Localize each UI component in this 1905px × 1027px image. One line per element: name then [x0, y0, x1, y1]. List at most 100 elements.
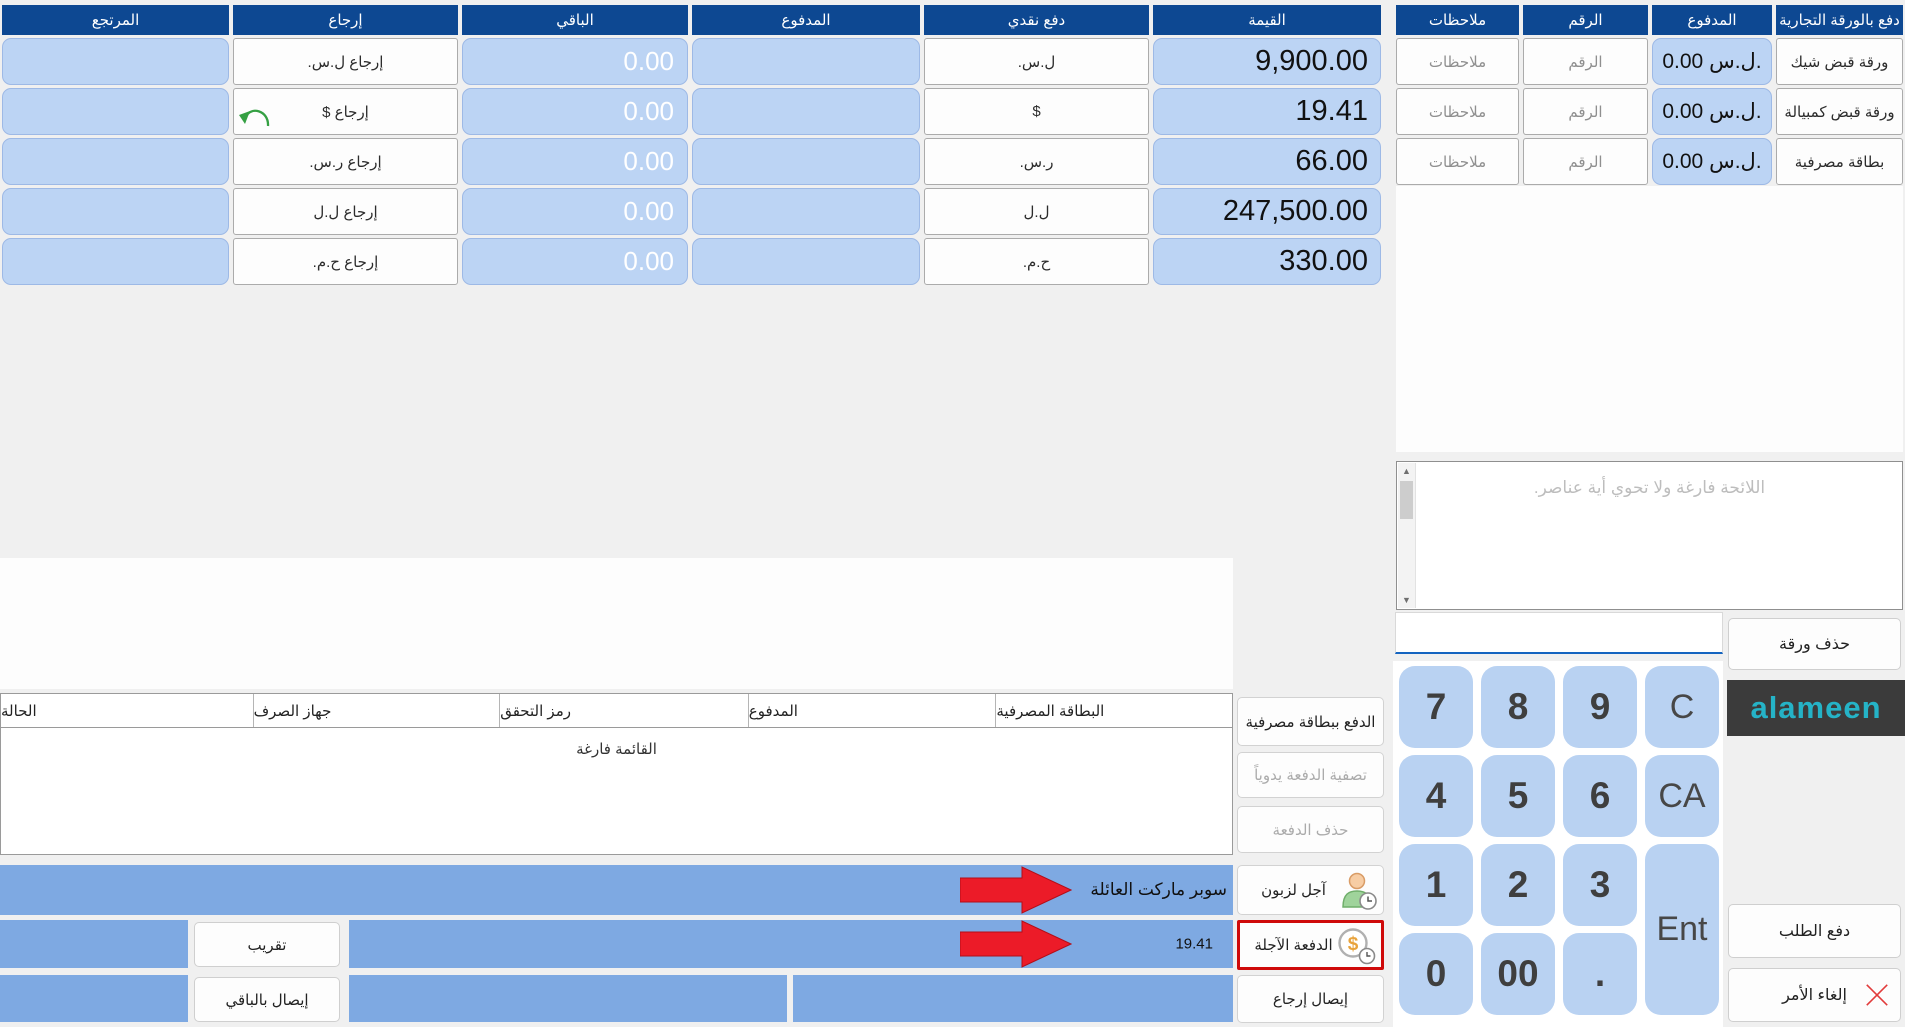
paper-list-scrollbar[interactable]: ▲ ▼ [1398, 463, 1416, 608]
paid-field[interactable] [692, 138, 920, 185]
column-header-card-paid: المدفوع [748, 694, 996, 727]
column-header-terminal: جهاز الصرف [253, 694, 500, 727]
key-7[interactable]: 7 [1399, 666, 1473, 748]
return-currency-button[interactable]: إرجاع ل.ل [233, 188, 458, 235]
cancel-order-button[interactable]: إلغاء الأمر [1728, 968, 1901, 1022]
deferred-amount-row[interactable]: 19.41 [349, 920, 1233, 968]
alameen-logo: alameen [1727, 680, 1905, 736]
key-enter[interactable]: Ent [1645, 844, 1719, 1015]
column-header-notes: ملاحظات [1396, 5, 1519, 35]
paper-notes-field[interactable]: ملاحظات [1396, 38, 1519, 85]
paper-list[interactable]: ▲ ▼ اللائحة فارغة ولا تحوي أية عناصر. [1396, 461, 1903, 610]
paper-number-field[interactable]: الرقم [1523, 88, 1648, 135]
key-4[interactable]: 4 [1399, 755, 1473, 837]
svg-text:$: $ [1348, 934, 1359, 955]
value-field[interactable]: 330.00 [1153, 238, 1381, 285]
paper-details-panel [1396, 186, 1903, 452]
delete-payment-button[interactable]: حذف الدفعة [1237, 806, 1384, 853]
returned-field [2, 88, 229, 135]
value-field[interactable]: 66.00 [1153, 138, 1381, 185]
cash-currency-button[interactable]: $ [924, 88, 1149, 135]
scroll-down-icon[interactable]: ▼ [1398, 592, 1415, 608]
return-receipt-button[interactable]: إيصال إرجاع [1237, 975, 1384, 1023]
paid-field[interactable] [692, 88, 920, 135]
cash-currency-button[interactable]: ل.س. [924, 38, 1149, 85]
paper-paid-field[interactable]: 0.00 ل.س. [1652, 38, 1772, 85]
remaining-field: 0.00 [462, 138, 688, 185]
column-header-paid: المدفوع [692, 5, 920, 35]
paper-number-field[interactable]: الرقم [1523, 138, 1648, 185]
paid-field[interactable] [692, 188, 920, 235]
remaining-field: 0.00 [462, 188, 688, 235]
key-3[interactable]: 3 [1563, 844, 1637, 926]
value-field[interactable]: 247,500.00 [1153, 188, 1381, 235]
value-field[interactable]: 9,900.00 [1153, 38, 1381, 85]
return-currency-button[interactable]: إرجاع ر.س. [233, 138, 458, 185]
cash-currency-button[interactable]: ل.ل [924, 188, 1149, 235]
round-button[interactable]: تقريب [194, 922, 340, 967]
key-clear-all[interactable]: CA [1645, 755, 1719, 837]
key-8[interactable]: 8 [1481, 666, 1555, 748]
return-currency-button[interactable]: إرجاع ل.س. [233, 38, 458, 85]
value-field[interactable]: 19.41 [1153, 88, 1381, 135]
column-header-bank-card: البطاقة المصرفية [995, 694, 1232, 727]
paper-paid-field[interactable]: 0.00 ل.س. [1652, 138, 1772, 185]
commercial-paper-table: ملاحظات الرقم المدفوع دفع بالورقة التجار… [1396, 5, 1903, 185]
cash-payment-table: المرتجع إرجاع الباقي المدفوع دفع نقدي ال… [2, 5, 1381, 285]
paper-list-empty-text: اللائحة فارغة ولا تحوي أية عناصر. [1397, 478, 1902, 498]
receipt-with-remainder-button[interactable]: إيصال بالباقي [194, 977, 340, 1022]
cash-currency-button[interactable]: ح.م. [924, 238, 1149, 285]
deferred-payment-button[interactable]: الدفعة الآجلة $ [1237, 920, 1384, 970]
key-9[interactable]: 9 [1563, 666, 1637, 748]
scrollbar-thumb[interactable] [1400, 481, 1413, 519]
delete-paper-button[interactable]: حذف ورقة [1728, 618, 1901, 670]
remainder-bar-left[interactable] [349, 975, 787, 1022]
remainder-value-field[interactable] [0, 975, 188, 1022]
cash-currency-button[interactable]: ر.س. [924, 138, 1149, 185]
pay-order-button[interactable]: دفع الطلب [1728, 904, 1901, 958]
amount-input[interactable] [1395, 612, 1723, 654]
returned-field [2, 138, 229, 185]
return-currency-button[interactable]: إرجاع $ [233, 88, 458, 135]
key-dot[interactable]: . [1563, 933, 1637, 1015]
paper-type-button[interactable]: ورقة قبض شيك [1776, 38, 1903, 85]
column-header-status: الحالة [1, 694, 253, 727]
settle-payment-manually-button[interactable]: تصفية الدفعة يدوياً [1237, 752, 1384, 798]
round-value-field[interactable] [0, 920, 188, 968]
key-clear[interactable]: C [1645, 666, 1719, 748]
returned-field [2, 188, 229, 235]
key-5[interactable]: 5 [1481, 755, 1555, 837]
red-arrow-annotation-deferred [960, 920, 1072, 968]
remainder-bar-right[interactable] [793, 975, 1233, 1022]
column-header-number: الرقم [1523, 5, 1648, 35]
scroll-up-icon[interactable]: ▲ [1398, 463, 1415, 479]
paid-field[interactable] [692, 238, 920, 285]
paper-type-button[interactable]: ورقة قبض كمبيالة [1776, 88, 1903, 135]
pay-by-bank-card-button[interactable]: الدفع ببطاقة مصرفية [1237, 697, 1384, 746]
deferred-payment-coin-icon: $ [1336, 925, 1376, 965]
cancel-x-icon [1864, 982, 1890, 1008]
key-2[interactable]: 2 [1481, 844, 1555, 926]
paid-field[interactable] [692, 38, 920, 85]
paper-number-field[interactable]: الرقم [1523, 38, 1648, 85]
paper-notes-field[interactable]: ملاحظات [1396, 138, 1519, 185]
paper-notes-field[interactable]: ملاحظات [1396, 88, 1519, 135]
key-6[interactable]: 6 [1563, 755, 1637, 837]
column-header-cash-pay: دفع نقدي [924, 5, 1149, 35]
column-header-paper-paid: المدفوع [1652, 5, 1772, 35]
paper-type-button[interactable]: بطاقة مصرفية [1776, 138, 1903, 185]
returned-field [2, 238, 229, 285]
key-00[interactable]: 00 [1481, 933, 1555, 1015]
key-1[interactable]: 1 [1399, 844, 1473, 926]
deferred-amount-value: 19.41 [1175, 936, 1213, 953]
bank-card-table-empty-text: القائمة فارغة [1, 740, 1232, 758]
customer-clock-icon [1338, 870, 1378, 910]
column-header-value: القيمة [1153, 5, 1381, 35]
remaining-field: 0.00 [462, 238, 688, 285]
key-0[interactable]: 0 [1399, 933, 1473, 1015]
defer-to-customer-button[interactable]: آجل لزبون [1237, 865, 1384, 915]
paper-paid-field[interactable]: 0.00 ل.س. [1652, 88, 1772, 135]
column-header-return: إرجاع [233, 5, 458, 35]
numpad: 7 8 9 C 4 5 6 CA 1 2 3 Ent 0 00 . [1399, 666, 1719, 1015]
return-currency-button[interactable]: إرجاع ح.م. [233, 238, 458, 285]
